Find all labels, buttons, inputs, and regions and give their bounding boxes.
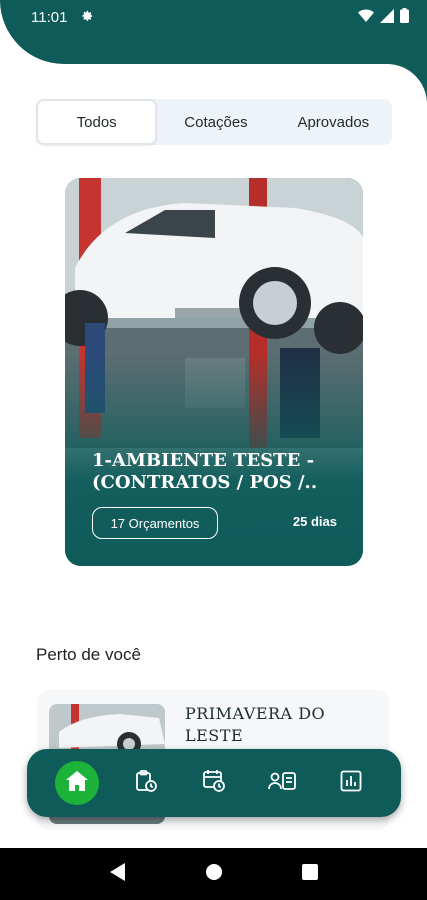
gear-icon xyxy=(80,9,94,27)
calendar-clock-icon xyxy=(202,769,226,798)
signal-icon xyxy=(380,8,394,28)
status-bar: 11:01 xyxy=(0,0,427,64)
battery-icon xyxy=(400,8,409,28)
clipboard-clock-icon xyxy=(134,769,158,798)
quotes-count-button[interactable]: 17 Orçamentos xyxy=(92,507,218,539)
card-title: 1-AMBIENTE TESTE - (CONTRATOS / POS /.. xyxy=(92,450,318,493)
tab-aprovados[interactable]: Aprovados xyxy=(275,99,392,145)
home-circle-icon[interactable] xyxy=(205,863,223,886)
nav-profile[interactable] xyxy=(260,761,304,805)
nav-schedule[interactable] xyxy=(192,761,236,805)
nav-quotes[interactable] xyxy=(124,761,168,805)
tab-cotacoes[interactable]: Cotações xyxy=(157,99,274,145)
days-label: 25 dias xyxy=(292,514,337,529)
system-navigation-bar xyxy=(0,848,427,900)
tab-label: Aprovados xyxy=(297,113,370,131)
wifi-icon xyxy=(358,9,374,28)
recents-icon[interactable] xyxy=(301,863,318,885)
back-icon[interactable] xyxy=(109,862,126,886)
nearby-item-name: PRIMAVERA DO LESTE xyxy=(185,704,326,745)
tab-label: Cotações xyxy=(184,113,248,131)
nav-home[interactable] xyxy=(55,761,100,805)
section-heading: Perto de você xyxy=(36,645,141,664)
tab-label: Todos xyxy=(76,113,117,131)
tab-todos[interactable]: Todos xyxy=(36,99,158,145)
bar-chart-icon xyxy=(340,770,362,797)
home-icon xyxy=(66,770,89,796)
id-card-icon xyxy=(268,770,297,797)
clock-time: 11:01 xyxy=(31,9,68,26)
bottom-navigation xyxy=(27,749,401,817)
nav-reports[interactable] xyxy=(329,761,373,805)
filter-tabs: Todos Cotações Aprovados xyxy=(36,99,392,145)
featured-service-card[interactable]: 1-AMBIENTE TESTE - (CONTRATOS / POS /.. … xyxy=(65,178,363,566)
